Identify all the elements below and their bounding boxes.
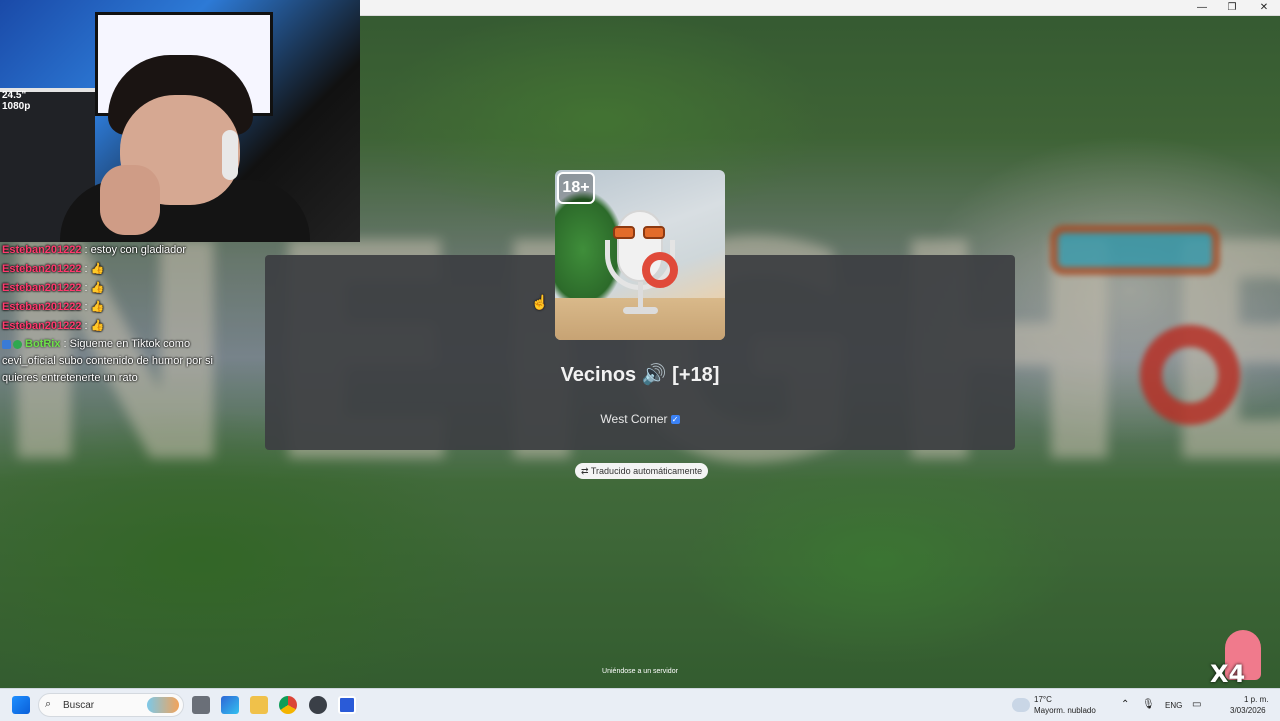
auto-translated-chip[interactable]: ⇄ Traducido automáticamente	[575, 463, 709, 479]
clock-time[interactable]: 1 p. m.	[1244, 695, 1268, 704]
mascot-label: X4	[1210, 660, 1246, 688]
thumbnail-mic-base	[623, 307, 658, 314]
webcam-headset	[222, 130, 238, 180]
chat-message: Esteban201222 : 👍	[2, 263, 105, 275]
network-icon[interactable]: ▭	[1192, 699, 1201, 710]
restore-button[interactable]: ❐	[1216, 0, 1248, 15]
close-button[interactable]: ✕	[1248, 0, 1280, 15]
experience-title: Vecinos 🔊 [+18]	[560, 364, 720, 386]
webcam-overlay: 24.5" 1080p	[0, 0, 360, 242]
stream-chat: Esteban201222 : estoy con gladiador Este…	[2, 241, 222, 387]
show-hidden-icons-chevron-icon[interactable]: ⌃	[1121, 699, 1129, 710]
roblox-icon[interactable]	[338, 696, 356, 714]
age-rating-badge: 18+	[557, 172, 595, 204]
bot-badge-icon	[2, 339, 11, 349]
weather-temperature[interactable]: 17°C	[1034, 695, 1052, 704]
chat-message: Esteban201222 : 👍	[2, 320, 105, 332]
task-view-icon[interactable]	[192, 696, 210, 714]
webcam-person-hand	[100, 165, 160, 235]
chrome-icon[interactable]	[279, 696, 297, 714]
taskbar: ⌕ Buscar 17°C Mayorm. nublado ⌃ 🎙 ENG ▭ …	[0, 688, 1280, 721]
experience-creator: West Corner ✓	[600, 412, 680, 426]
experience-thumbnail: 18+	[555, 170, 725, 340]
file-explorer-icon[interactable]	[250, 696, 268, 714]
chat-bot-message: BotRix : Sigueme en Tiktok como cevi_ofi…	[2, 338, 213, 384]
minimize-button[interactable]: —	[1186, 0, 1218, 15]
joining-status: Uniéndose a un servidor	[602, 668, 678, 675]
translate-icon: ⇄	[581, 466, 591, 476]
obs-icon[interactable]	[309, 696, 327, 714]
clock-date[interactable]: 3/03/2026	[1230, 706, 1266, 715]
weather-cloud-icon	[1012, 698, 1030, 712]
microphone-tray-icon[interactable]: 🎙	[1142, 699, 1155, 710]
app-icon[interactable]	[221, 696, 239, 714]
language-indicator[interactable]: ENG	[1165, 701, 1182, 710]
taskbar-search-input[interactable]: ⌕ Buscar	[38, 693, 184, 717]
sunglasses-icon	[613, 226, 667, 240]
life-ring-icon	[642, 252, 678, 288]
weather-description[interactable]: Mayorm. nublado	[1034, 706, 1096, 715]
chat-message: Esteban201222 : 👍	[2, 301, 105, 313]
windows-start-icon[interactable]	[12, 696, 30, 714]
window-titlebar: — ❐ ✕	[360, 0, 1280, 16]
mouse-cursor-icon: ☝	[531, 294, 549, 310]
search-icon: ⌕	[45, 698, 52, 710]
search-highlight-icon	[147, 697, 179, 713]
chat-message: Esteban201222 : estoy con gladiador	[2, 244, 187, 256]
thumbnail-mic-stand	[638, 278, 643, 308]
stream-mascot-overlay: X4	[1200, 630, 1270, 688]
webcam-box-text: 24.5" 1080p	[2, 90, 31, 112]
chat-message: Esteban201222 : 👍	[2, 282, 105, 294]
verified-badge-icon: ✓	[670, 415, 680, 425]
verified-bot-icon	[13, 339, 22, 349]
